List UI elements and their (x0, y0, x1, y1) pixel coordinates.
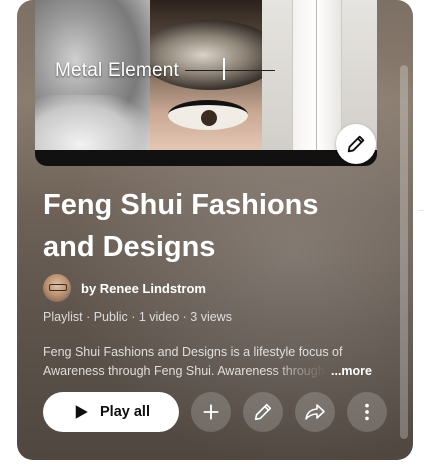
pencil-icon (254, 403, 272, 421)
edit-playlist-button[interactable] (243, 392, 283, 432)
vertical-dots-icon (365, 403, 369, 421)
description-line1: Feng Shui Fashions and Designs is a life… (43, 345, 343, 359)
playlist-description[interactable]: Feng Shui Fashions and Designs is a life… (43, 343, 379, 381)
play-all-button[interactable]: Play all (43, 392, 179, 432)
scrollbar[interactable] (400, 65, 408, 439)
playlist-owner[interactable]: by Renee Lindstrom (43, 274, 206, 302)
playlist-title: Feng Shui Fashions and Designs (43, 184, 383, 268)
plus-icon (203, 404, 219, 420)
thumbnail-caption: Metal Element (55, 60, 180, 81)
add-to-playlist-button[interactable] (191, 392, 231, 432)
divider (418, 210, 424, 211)
share-arrow-icon (305, 404, 325, 420)
text-cursor (223, 58, 225, 80)
playlist-thumbnail[interactable]: Metal Element (35, 0, 377, 166)
description-line2: Awareness through Feng Shui. Awareness t… (43, 364, 325, 378)
avatar[interactable] (43, 274, 71, 302)
playlist-actions: Play all (43, 392, 387, 432)
more-link[interactable]: ...more (331, 362, 372, 381)
playlist-header-card: Metal Element Feng Shui Fashions and Des… (17, 0, 413, 460)
play-icon (75, 405, 88, 419)
more-actions-button[interactable] (347, 392, 387, 432)
edit-thumbnail-button[interactable] (336, 124, 376, 164)
playlist-title-line2: and Designs (43, 231, 216, 263)
owner-name[interactable]: by Renee Lindstrom (81, 281, 206, 296)
playlist-meta: Playlist · Public · 1 video · 3 views (43, 310, 232, 324)
share-button[interactable] (295, 392, 335, 432)
pencil-icon (347, 135, 365, 153)
play-all-label: Play all (100, 404, 150, 420)
playlist-title-line1: Feng Shui Fashions (43, 189, 319, 221)
thumbnail-caption-underline (185, 70, 275, 71)
